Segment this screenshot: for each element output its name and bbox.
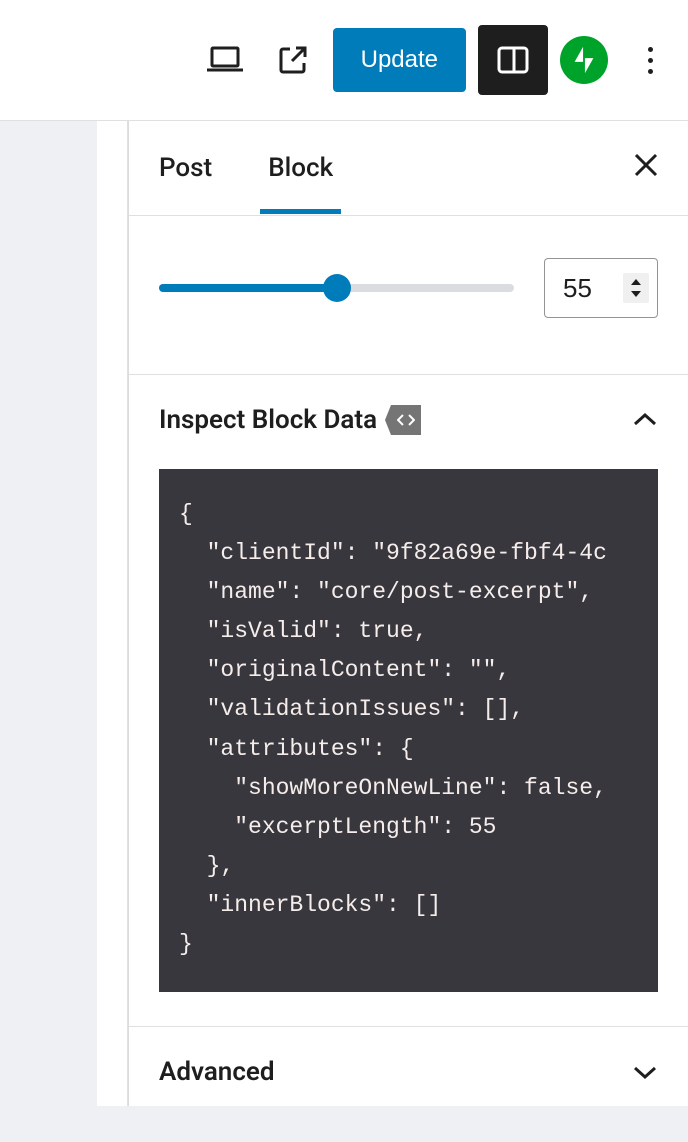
block-data-json: { "clientId": "9f82a69e-fbf4-4c "name": … xyxy=(159,469,658,992)
chevron-up-icon xyxy=(632,412,658,428)
bottom-strip xyxy=(0,1106,688,1142)
excerpt-length-slider[interactable] xyxy=(159,273,514,303)
view-post-button[interactable] xyxy=(265,32,321,88)
kebab-dot xyxy=(648,58,653,63)
block-inspector: Post Block xyxy=(128,121,688,1142)
editor-top-toolbar: Update xyxy=(0,0,688,121)
inspector-tabs: Post Block xyxy=(129,121,688,215)
number-stepper xyxy=(623,273,649,303)
tab-block[interactable]: Block xyxy=(268,123,349,213)
slider-fill xyxy=(159,284,337,292)
options-menu-button[interactable] xyxy=(630,32,670,88)
stepper-up-icon[interactable] xyxy=(629,277,643,287)
close-inspector-button[interactable] xyxy=(632,151,660,183)
kebab-dot xyxy=(648,47,653,52)
settings-sidebar-toggle[interactable] xyxy=(478,25,548,95)
excerpt-length-control xyxy=(129,216,688,375)
sidebar-panel-icon xyxy=(495,42,531,78)
inspect-block-data-title: Inspect Block Data xyxy=(159,405,377,435)
excerpt-length-input[interactable] xyxy=(563,273,623,304)
tab-post[interactable]: Post xyxy=(159,123,228,213)
editor-main: Post Block xyxy=(0,121,688,1142)
view-device-button[interactable] xyxy=(197,32,253,88)
excerpt-length-number-wrap xyxy=(544,258,658,318)
close-icon xyxy=(632,151,660,179)
stepper-down-icon[interactable] xyxy=(629,289,643,299)
laptop-icon xyxy=(207,46,243,74)
advanced-panel-title: Advanced xyxy=(159,1057,632,1087)
update-button[interactable]: Update xyxy=(333,28,466,92)
jetpack-button[interactable] xyxy=(560,36,608,84)
editor-canvas-sliver xyxy=(0,121,128,1142)
chevron-down-icon xyxy=(632,1064,658,1080)
jetpack-icon xyxy=(569,45,599,75)
kebab-dot xyxy=(648,69,653,74)
code-icon xyxy=(391,405,421,435)
slider-thumb[interactable] xyxy=(323,274,351,302)
inspect-block-data-panel: Inspect Block Data { "clientId": "9f82a6… xyxy=(129,375,688,1027)
inspect-block-data-toggle[interactable]: Inspect Block Data xyxy=(129,375,688,459)
external-link-icon xyxy=(277,44,309,76)
